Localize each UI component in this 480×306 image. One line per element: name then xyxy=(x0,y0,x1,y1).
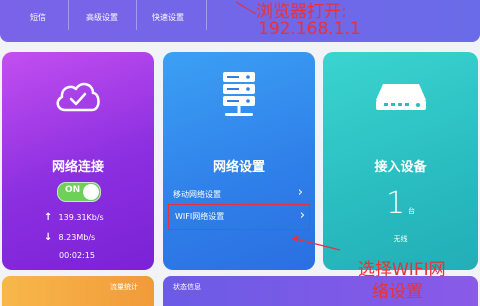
annotation-select-wifi-line2: 络设置 xyxy=(372,282,423,302)
annotation-ip-address: 192.168.1.1 xyxy=(258,19,361,39)
